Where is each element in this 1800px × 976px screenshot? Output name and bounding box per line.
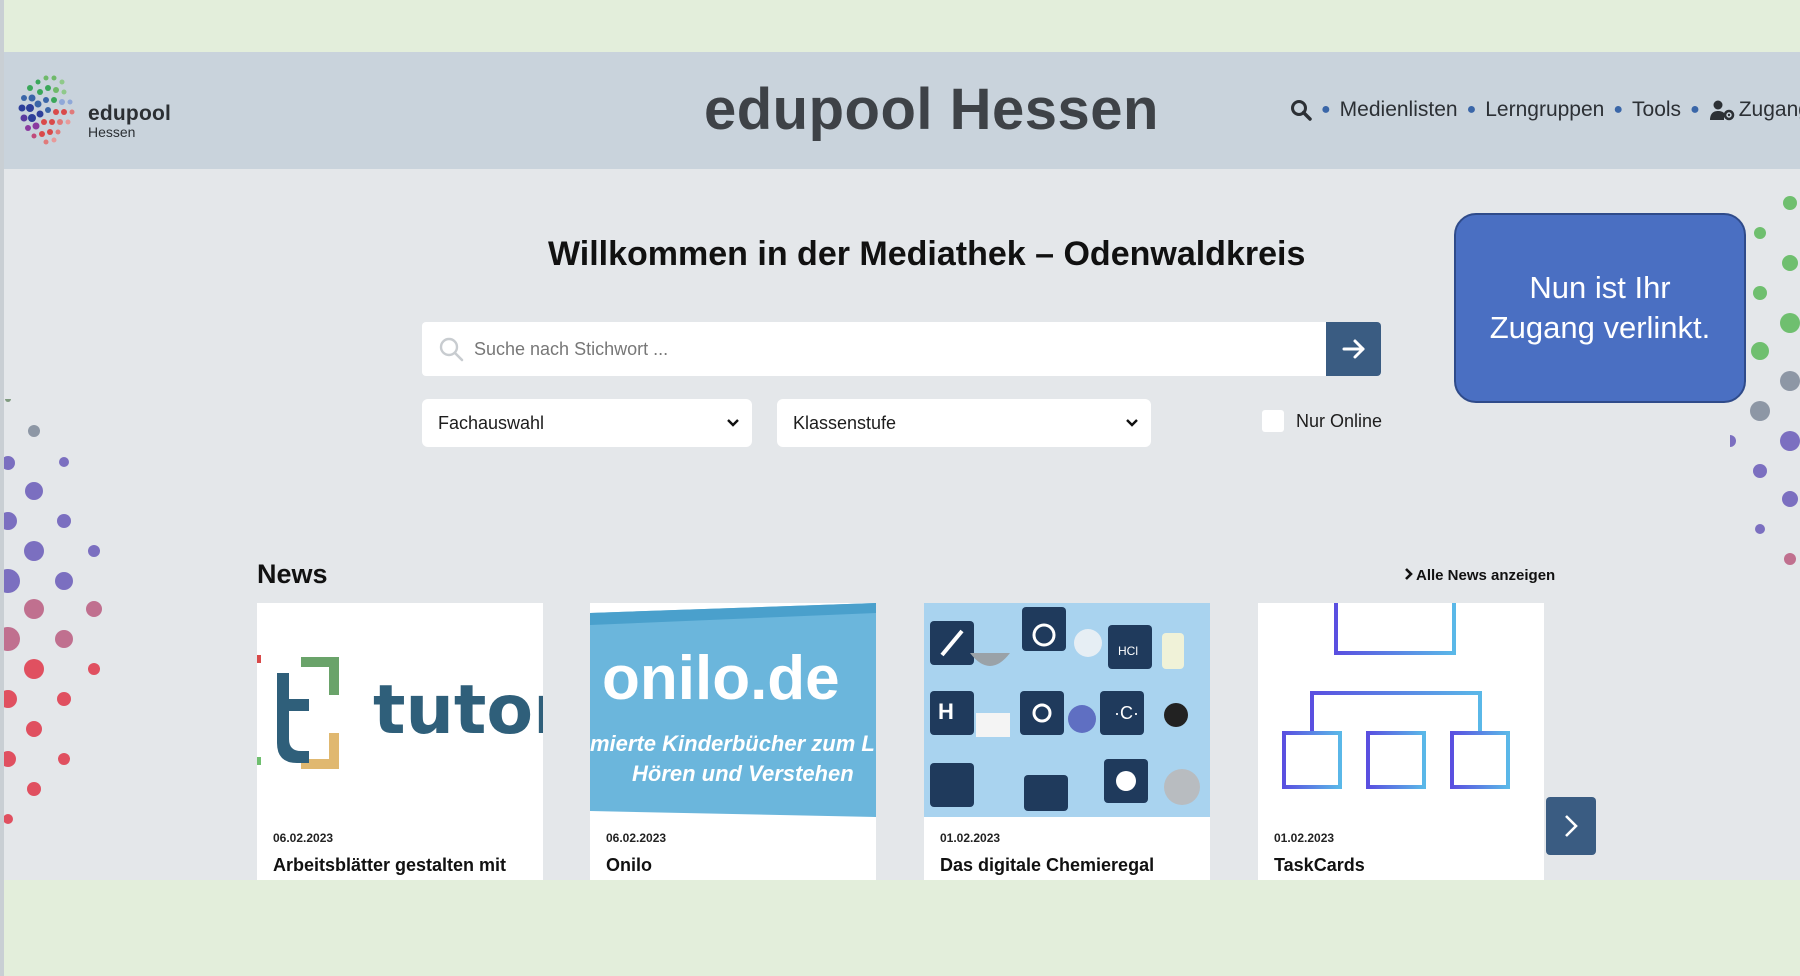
nav-separator-dot: ●: [1613, 101, 1624, 118]
nav-item-tools[interactable]: Tools: [1632, 98, 1681, 122]
news-card[interactable]: onilo.de mierte Kinderbücher zum L Hören…: [590, 603, 876, 880]
callout-annotation: Nun ist Ihr Zugang verlinkt.: [1454, 213, 1746, 403]
callout-text: Nun ist Ihr Zugang verlinkt.: [1489, 270, 1711, 345]
all-news-link-label: Alle News anzeigen: [1416, 567, 1556, 584]
grade-select[interactable]: Klassenstufe: [777, 399, 1151, 447]
chevron-down-icon: [1126, 419, 1138, 427]
grade-select-value: Klassenstufe: [793, 412, 897, 433]
news-card[interactable]: tutory 06.02.2023 Arbeitsblätter gestalt…: [257, 603, 543, 880]
news-card-title: TaskCards: [1274, 855, 1365, 875]
logo-subtitle: Hessen: [88, 124, 136, 140]
chemistry-icons-illustration: HCl H ·C·: [930, 607, 1200, 811]
online-only-toggle[interactable]: Nur Online: [1262, 410, 1382, 432]
news-card-thumbnail: tutory: [257, 603, 543, 817]
search-submit-button[interactable]: [1326, 322, 1381, 376]
news-card-title: Arbeitsblätter gestalten mit: [273, 855, 507, 875]
taskcards-hierarchy-icon: [1282, 603, 1510, 789]
svg-text:HCl: HCl: [1118, 644, 1138, 658]
search-icon[interactable]: [1290, 99, 1312, 121]
news-card[interactable]: 01.02.2023 TaskCards: [1258, 603, 1544, 880]
chevron-down-icon: [727, 419, 739, 427]
onilo-wordmark: onilo.de: [602, 644, 840, 713]
subject-select-value: Fachauswahl: [438, 412, 545, 433]
news-card-date: 06.02.2023: [606, 831, 667, 845]
nav-separator-dot: ●: [1690, 101, 1700, 118]
search-input[interactable]: [464, 338, 1326, 360]
nav-separator-dot: ●: [1466, 101, 1477, 118]
logo[interactable]: edupool Hessen: [12, 68, 171, 150]
news-card-thumbnail: [1258, 603, 1544, 817]
logo-wordmark: edupool: [88, 102, 172, 125]
nav-item-zugang[interactable]: Zugang: [1709, 98, 1800, 122]
carousel-next-button[interactable]: [1546, 797, 1596, 855]
site-title: edupool Hessen: [704, 77, 1159, 142]
main-nav: ● Medienlisten ● Lerngruppen ● Tools ● Z…: [1290, 98, 1800, 122]
onilo-tagline-1: mierte Kinderbücher zum L: [590, 731, 875, 756]
subject-select[interactable]: Fachauswahl: [422, 399, 752, 447]
nav-separator-dot: ●: [1321, 101, 1331, 118]
svg-text:·C·: ·C·: [1114, 703, 1139, 723]
arrow-right-icon: [1342, 339, 1364, 359]
news-card-date: 01.02.2023: [940, 831, 1001, 845]
news-card-thumbnail: onilo.de mierte Kinderbücher zum L Hören…: [590, 603, 876, 817]
online-only-checkbox[interactable]: [1262, 410, 1284, 432]
news-card-title: Das digitale Chemieregal: [940, 855, 1155, 875]
svg-text:H: H: [938, 699, 954, 724]
chevron-right-icon: [1405, 568, 1413, 580]
online-only-label: Nur Online: [1296, 410, 1383, 431]
page-title: Willkommen in der Mediathek – Odenwaldkr…: [548, 235, 1306, 273]
news-card-title: Onilo: [606, 855, 652, 875]
news-heading: News: [257, 559, 328, 589]
user-cog-icon: [1709, 100, 1735, 121]
news-card-thumbnail: HCl H ·C·: [924, 603, 1210, 817]
nav-item-zugang-label: Zugang: [1738, 98, 1800, 121]
tutory-wordmark: tutory: [373, 671, 543, 750]
main-content: Willkommen in der Mediathek – Odenwaldkr…: [4, 169, 1800, 880]
news-card-date: 01.02.2023: [1274, 831, 1335, 845]
chevron-right-icon: [1565, 815, 1578, 837]
screenshot-frame: edupool Hessen edupool Hessen ● Medienli…: [0, 0, 1800, 976]
search-icon: [439, 337, 464, 362]
logo-dots-icon: [18, 75, 75, 145]
news-card-date: 06.02.2023: [273, 831, 334, 845]
site-header: edupool Hessen edupool Hessen ● Medienli…: [4, 52, 1800, 169]
onilo-tagline-2: Hören und Verstehen: [632, 761, 854, 786]
search-box: [422, 322, 1326, 376]
all-news-link[interactable]: Alle News anzeigen: [1404, 567, 1555, 584]
news-card[interactable]: HCl H ·C· 01.02.2023 Das digitale Chemie…: [924, 603, 1210, 880]
nav-item-lerngruppen[interactable]: Lerngruppen: [1485, 98, 1604, 122]
nav-item-medienlisten[interactable]: Medienlisten: [1340, 98, 1458, 122]
decorative-dots-left: [4, 399, 102, 824]
